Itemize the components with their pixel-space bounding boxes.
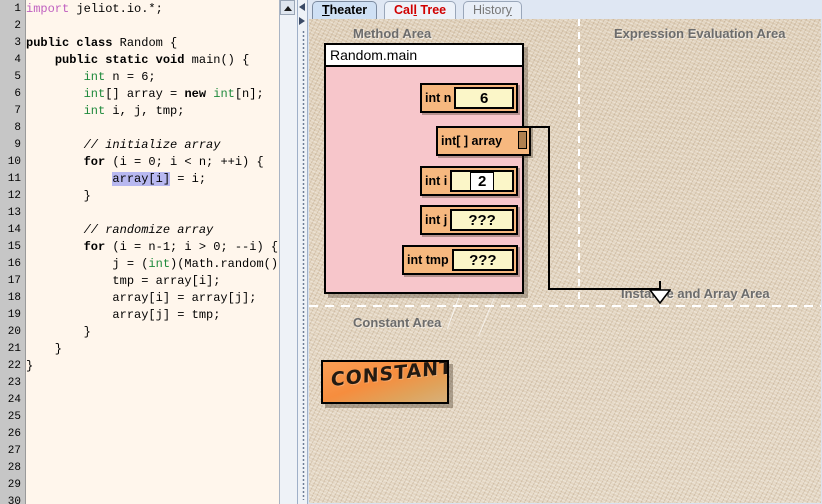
scroll-up-arrow-icon[interactable] (280, 0, 295, 15)
code-line: array[i] = array[j]; (26, 291, 257, 305)
variable-int-tmp-name: int tmp (407, 253, 449, 267)
code-line: } (26, 325, 91, 339)
line-number: 29 (7, 479, 21, 491)
expression-area-title: Expression Evaluation Area (614, 26, 786, 41)
code-line: int i, j, tmp; (83, 104, 185, 118)
code-line: int n = 6; (83, 70, 156, 84)
variable-int-array-name: int[ ] array (441, 134, 503, 148)
line-number: 3 (14, 37, 21, 49)
variable-int-n[interactable]: int n 6 (420, 83, 518, 113)
code-line: j = (int)(Math.random() * (26, 257, 279, 271)
code-line: tmp = array[i]; (26, 274, 221, 288)
reference-knob-icon (518, 131, 527, 149)
code-line: array[i] = i; (112, 172, 207, 186)
splitter-collapse-left-icon[interactable] (299, 3, 305, 11)
line-number: 28 (7, 462, 21, 474)
line-number: 9 (14, 139, 21, 151)
line-number: 24 (7, 394, 21, 406)
line-number: 26 (7, 428, 21, 440)
variable-int-i-name: int i (425, 174, 448, 188)
line-number-gutter: 1 2 3 4 5 6 7 8 9 10 11 12 13 14 15 16 17 18 19 20 21 22 23 24 2… (0, 0, 26, 504)
line-number: 23 (7, 377, 21, 389)
line-number: 13 (7, 207, 21, 219)
variable-int-array[interactable]: int[ ] array (436, 126, 531, 156)
line-number: 1 (14, 3, 21, 15)
constant-area-title: Constant Area (353, 315, 442, 330)
code-line: public class Random { (26, 36, 178, 50)
line-number: 27 (7, 445, 21, 457)
code-line: array[j] = tmp; (26, 308, 221, 322)
reference-line-seg3 (548, 288, 661, 290)
line-number: 18 (7, 292, 21, 304)
variable-int-tmp[interactable]: int tmp ??? (402, 245, 518, 275)
code-line: int[] array = new int[n]; (83, 87, 264, 101)
tab-theater[interactable]: Theater (312, 1, 378, 19)
line-number: 7 (14, 105, 21, 117)
reference-arrowhead-icon (649, 289, 671, 304)
method-area-title: Method Area (353, 26, 432, 41)
line-number: 30 (7, 496, 21, 504)
line-number: 8 (14, 122, 21, 134)
variable-int-n-value: 6 (454, 87, 514, 109)
code-line: } (26, 359, 34, 373)
line-number: 20 (7, 326, 21, 338)
line-number: 16 (7, 258, 21, 270)
line-number: 25 (7, 411, 21, 423)
code-line: public static void main() { (54, 53, 250, 67)
variable-int-j-value: ??? (450, 209, 514, 231)
variable-int-n-name: int n (425, 91, 452, 105)
variable-int-j[interactable]: int j ??? (420, 205, 518, 235)
variable-int-tmp-value: ??? (451, 249, 514, 271)
line-number: 22 (7, 360, 21, 372)
code-line: // initialize array (83, 138, 221, 152)
source-code-view[interactable]: import jeliot.io.*; public class Random … (26, 0, 279, 504)
line-number: 17 (7, 275, 21, 287)
line-number: 15 (7, 241, 21, 253)
jeliot-window: 1 2 3 4 5 6 7 8 9 10 11 12 13 14 15 16 17 18 19 20 21 22 23 24 2… (0, 0, 822, 504)
theater-pane: Theater Call Tree History Method Area Ex… (308, 0, 822, 504)
line-number: 5 (14, 71, 21, 83)
divider-horizontal-right (580, 305, 821, 307)
tab-history[interactable]: History (463, 1, 522, 19)
code-editor-pane[interactable]: 1 2 3 4 5 6 7 8 9 10 11 12 13 14 15 16 17 18 19 20 21 22 23 24 2… (0, 0, 279, 504)
line-number: 21 (7, 343, 21, 355)
code-line: for (i = n-1; i > 0; --i) { (83, 240, 279, 254)
splitter-grip-icon (302, 30, 305, 500)
line-number: 19 (7, 309, 21, 321)
code-line: import jeliot.io.*; (26, 2, 163, 16)
method-frame-title: Random.main (326, 45, 522, 67)
line-number: 10 (7, 156, 21, 168)
tab-theater-label: heater (329, 3, 368, 17)
line-number: 6 (14, 88, 21, 100)
divider-vertical-top (578, 19, 580, 305)
code-line: } (26, 342, 63, 356)
line-number: 12 (7, 190, 21, 202)
line-number: 11 (7, 173, 21, 185)
constants-stamp[interactable]: CONSTANTS (321, 360, 449, 404)
method-frame[interactable]: Random.main int n 6 int[ ] array int i 2 (324, 43, 531, 294)
code-line: } (26, 189, 91, 203)
variable-int-i-value: 2 (469, 171, 495, 191)
code-line: for (i = 0; i < n; ++i) { (83, 155, 264, 169)
tab-bar: Theater Call Tree History (308, 0, 822, 19)
tab-call-tree[interactable]: Call Tree (384, 1, 457, 19)
editor-vertical-scrollbar[interactable] (279, 0, 298, 504)
variable-int-j-name: int j (425, 213, 448, 227)
line-number: 2 (14, 20, 21, 32)
constants-label: CONSTANTS (330, 360, 449, 392)
splitter-collapse-right-icon[interactable] (299, 17, 305, 25)
code-line: // randomize array (83, 223, 214, 237)
theater-canvas[interactable]: Method Area Expression Evaluation Area C… (309, 19, 821, 503)
divider-horizontal-left (309, 305, 578, 307)
reference-line-seg2 (548, 126, 550, 290)
line-number: 14 (7, 224, 21, 236)
pane-splitter[interactable] (297, 0, 308, 504)
line-number: 4 (14, 54, 21, 66)
variable-int-i[interactable]: int i 2 (420, 166, 518, 196)
